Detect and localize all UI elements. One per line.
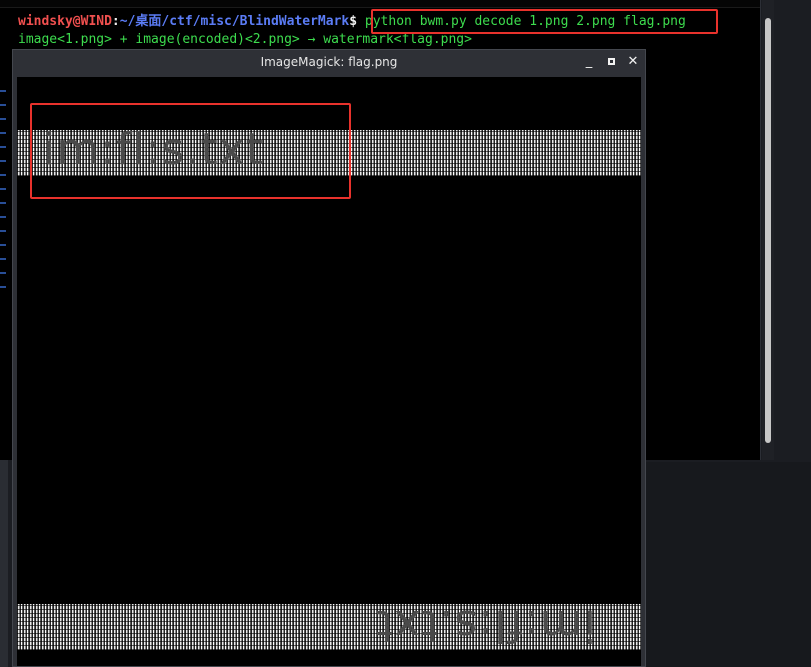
close-button[interactable]: ✕ <box>625 54 641 70</box>
terminal-top-strip <box>0 0 760 8</box>
terminal-output: image<1.png> + image(encoded)<2.png> → w… <box>18 32 472 47</box>
command-highlight-box <box>371 9 718 34</box>
desktop-background <box>646 462 811 667</box>
maximize-icon <box>607 58 615 65</box>
prompt-path: ~/桌面/ctf/misc/BlindWaterMark <box>119 14 350 29</box>
watermark-highlight-box <box>30 103 351 199</box>
watermark-text-bottom: im:fl:s.txt <box>375 600 596 651</box>
terminal-edge-marks <box>0 90 6 300</box>
prompt-separator: : <box>111 14 120 29</box>
maximize-button[interactable] <box>603 54 619 70</box>
terminal-scrollbar-thumb[interactable] <box>765 18 771 443</box>
minimize-button[interactable]: _ <box>581 54 597 70</box>
window-titlebar[interactable]: ImageMagick: flag.png _ ✕ <box>13 50 645 74</box>
window-title: ImageMagick: flag.png <box>260 55 398 69</box>
side-panel <box>0 460 8 667</box>
prompt-dollar: $ <box>349 14 358 29</box>
prompt-user: windsky@WIND <box>18 14 112 29</box>
